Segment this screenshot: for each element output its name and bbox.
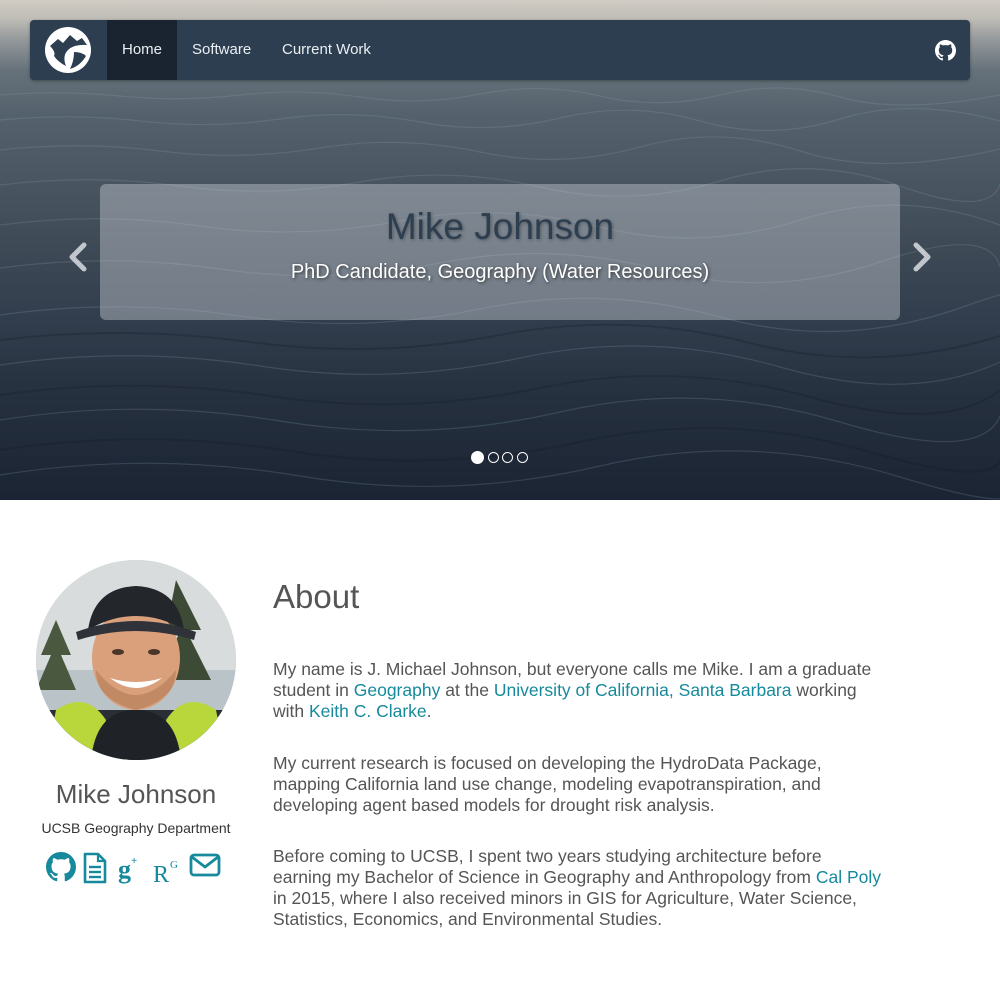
ucsb-link[interactable]: University of California, Santa Barbara	[494, 680, 792, 700]
researchgate-icon[interactable]: R G	[152, 852, 182, 886]
geography-link[interactable]: Geography	[354, 680, 441, 700]
p3-text-2: in 2015, where I also received minors in…	[273, 888, 857, 929]
chevron-left-icon[interactable]	[66, 242, 90, 272]
about-paragraph-3: Before coming to UCSB, I spent two years…	[273, 846, 883, 930]
profile-department: UCSB Geography Department	[41, 820, 231, 836]
keith-clarke-link[interactable]: Keith C. Clarke	[309, 701, 427, 721]
envelope-icon[interactable]	[189, 852, 221, 886]
nav-home[interactable]: Home	[107, 20, 177, 80]
github-icon[interactable]	[46, 852, 76, 886]
p3-text-1: Before coming to UCSB, I spent two years…	[273, 846, 822, 887]
about-heading: About	[273, 578, 360, 615]
p1-text-2: at the	[440, 680, 494, 700]
google-scholar-icon[interactable]: g +	[116, 852, 142, 886]
chevron-right-icon[interactable]	[910, 242, 934, 272]
hero-carousel: Home Software Current Work Mike Johnson …	[0, 0, 1000, 500]
carousel-title: Mike Johnson	[385, 206, 615, 247]
svg-text:R: R	[153, 862, 169, 884]
carousel-indicator[interactable]	[517, 452, 528, 463]
github-icon[interactable]	[935, 40, 956, 61]
p1-text-4: .	[426, 701, 432, 721]
svg-text:+: +	[131, 855, 137, 867]
cal-poly-link[interactable]: Cal Poly	[816, 867, 881, 887]
avatar	[36, 560, 236, 760]
about-paragraph-1: My name is J. Michael Johnson, but every…	[273, 659, 883, 722]
svg-text:g: g	[118, 855, 131, 884]
carousel-indicator[interactable]	[471, 451, 484, 464]
about-paragraph-2: My current research is focused on develo…	[273, 753, 822, 815]
river-logo-icon[interactable]	[44, 26, 92, 74]
navbar: Home Software Current Work	[30, 20, 970, 80]
carousel-subtitle: PhD Candidate, Geography (Water Resource…	[290, 261, 710, 283]
nav-software[interactable]: Software	[177, 20, 266, 80]
carousel-indicator[interactable]	[502, 452, 513, 463]
carousel-caption: Mike Johnson PhD Candidate, Geography (W…	[100, 184, 900, 320]
profile-name: Mike Johnson	[55, 779, 217, 809]
svg-text:G: G	[170, 859, 178, 871]
nav-current-work[interactable]: Current Work	[267, 20, 386, 80]
carousel-indicator[interactable]	[488, 452, 499, 463]
cv-document-icon[interactable]	[83, 852, 107, 886]
